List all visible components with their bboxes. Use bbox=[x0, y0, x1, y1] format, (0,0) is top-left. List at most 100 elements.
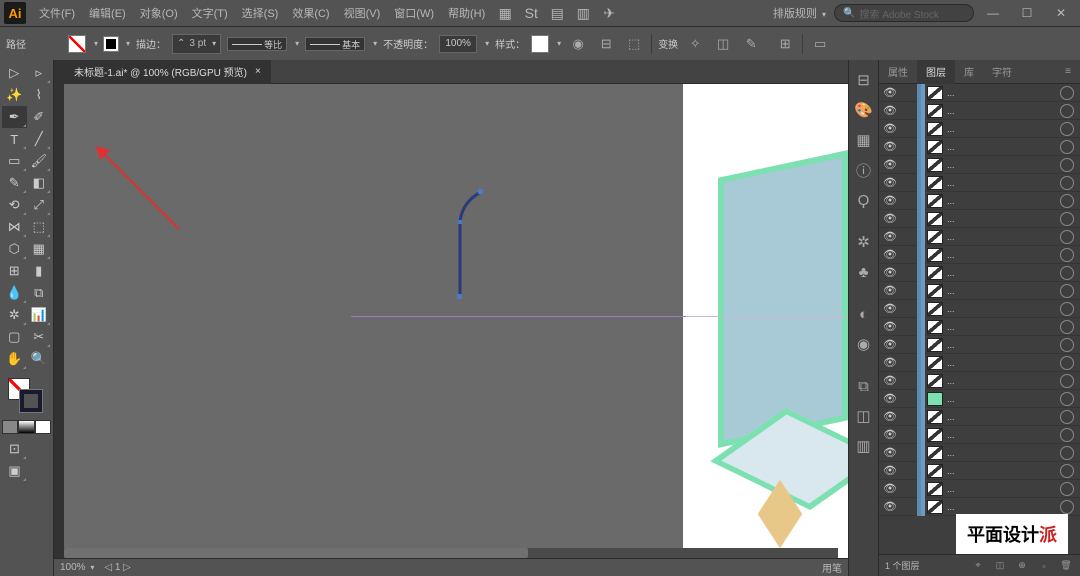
type-tool[interactable]: T bbox=[2, 128, 27, 150]
curvature-tool[interactable]: ✐ bbox=[27, 106, 52, 128]
layer-row[interactable]: 👁 ... bbox=[879, 372, 1080, 390]
panel-tab-layers[interactable]: 图层 bbox=[917, 60, 955, 84]
layer-row[interactable]: 👁 ... bbox=[879, 336, 1080, 354]
visibility-toggle[interactable]: 👁 bbox=[879, 194, 901, 207]
graphic-style-swatch[interactable] bbox=[531, 35, 549, 53]
clip-icon[interactable]: ◫ bbox=[712, 33, 734, 55]
bridge-icon[interactable]: ▦ bbox=[494, 2, 516, 24]
pen-tool[interactable]: ✒ bbox=[2, 106, 27, 128]
color-icon[interactable]: 🎨 bbox=[852, 98, 876, 122]
menu-item[interactable]: 效果(C) bbox=[285, 5, 336, 21]
document-tab[interactable]: 未标题-1.ai* @ 100% (RGB/GPU 预览) × bbox=[64, 60, 271, 84]
column-graph-tool[interactable]: 📊 bbox=[27, 304, 52, 326]
menu-item[interactable]: 对象(O) bbox=[133, 5, 185, 21]
target-icon[interactable] bbox=[1060, 140, 1074, 154]
target-icon[interactable] bbox=[1060, 374, 1074, 388]
locate-object-icon[interactable]: ⌖ bbox=[970, 560, 986, 571]
menu-item[interactable]: 窗口(W) bbox=[387, 5, 441, 21]
width-tool[interactable]: ⋈ bbox=[2, 216, 27, 238]
layer-row[interactable]: 👁 ... bbox=[879, 174, 1080, 192]
transform-label[interactable]: 变换 bbox=[658, 36, 678, 51]
properties-icon[interactable]: ⊟ bbox=[852, 68, 876, 92]
layer-row[interactable]: 👁 ... bbox=[879, 102, 1080, 120]
slice-tool[interactable]: ✂ bbox=[27, 326, 52, 348]
symbols-icon[interactable]: Ϙ bbox=[852, 188, 876, 212]
paintbrush-tool[interactable]: 🖌 bbox=[27, 150, 52, 172]
layer-row[interactable]: 👁 ... bbox=[879, 462, 1080, 480]
visibility-toggle[interactable]: 👁 bbox=[879, 464, 901, 477]
visibility-toggle[interactable]: 👁 bbox=[879, 356, 901, 369]
visibility-toggle[interactable]: 👁 bbox=[879, 122, 901, 135]
panel-dock-icon[interactable]: ▭ bbox=[809, 33, 831, 55]
visibility-toggle[interactable]: 👁 bbox=[879, 284, 901, 297]
shape-icon[interactable]: ⬚ bbox=[623, 33, 645, 55]
scale-tool[interactable]: ⤢ bbox=[27, 194, 52, 216]
brushes-icon[interactable]: ⓘ bbox=[852, 158, 876, 182]
panel-tab-character[interactable]: 字符 bbox=[983, 60, 1021, 84]
make-clipping-icon[interactable]: ◫ bbox=[992, 560, 1008, 571]
layers-list[interactable]: 👁 ... 👁 ... 👁 ... 👁 ... 👁 ... 👁 ... 👁 ..… bbox=[879, 84, 1080, 554]
color-mode-normal[interactable] bbox=[2, 420, 18, 434]
zoom-tool[interactable]: 🔍 bbox=[27, 348, 52, 370]
delete-layer-icon[interactable]: 🗑 bbox=[1058, 560, 1074, 571]
layer-row[interactable]: 👁 ... bbox=[879, 210, 1080, 228]
perspective-tool[interactable]: ▦ bbox=[27, 238, 52, 260]
fill-stroke-control[interactable] bbox=[2, 376, 51, 418]
color-mode-none[interactable] bbox=[35, 420, 51, 434]
layer-row[interactable]: 👁 ... bbox=[879, 228, 1080, 246]
magic-wand-tool[interactable]: ✨ bbox=[2, 84, 27, 106]
line-tool[interactable]: ╱ bbox=[27, 128, 52, 150]
target-icon[interactable] bbox=[1060, 266, 1074, 280]
target-icon[interactable] bbox=[1060, 194, 1074, 208]
target-icon[interactable] bbox=[1060, 410, 1074, 424]
target-icon[interactable] bbox=[1060, 320, 1074, 334]
menu-item[interactable]: 选择(S) bbox=[235, 5, 286, 21]
rotate-tool[interactable]: ⟲ bbox=[2, 194, 27, 216]
layers-icon[interactable]: ⧉ bbox=[852, 374, 876, 398]
layer-row[interactable]: 👁 ... bbox=[879, 318, 1080, 336]
edit-icon[interactable]: ✎ bbox=[740, 33, 762, 55]
arrange2-icon[interactable]: ▥ bbox=[572, 2, 594, 24]
target-icon[interactable] bbox=[1060, 464, 1074, 478]
workspace-switcher[interactable]: 排版规则 ▾ bbox=[765, 5, 834, 21]
panel-menu-icon[interactable]: ≡ bbox=[1056, 60, 1080, 84]
target-icon[interactable] bbox=[1060, 392, 1074, 406]
artboards-icon[interactable]: ▥ bbox=[852, 434, 876, 458]
layer-row[interactable]: 👁 ... bbox=[879, 246, 1080, 264]
variable-width-profile[interactable]: 等比 bbox=[227, 37, 287, 51]
visibility-toggle[interactable]: 👁 bbox=[879, 104, 901, 117]
target-icon[interactable] bbox=[1060, 212, 1074, 226]
asset-icon[interactable]: ◫ bbox=[852, 404, 876, 428]
isolate-icon[interactable]: ✧ bbox=[684, 33, 706, 55]
search-input[interactable]: 🔍 搜索 Adobe Stock bbox=[834, 4, 974, 22]
selection-tool[interactable]: ▷ bbox=[2, 62, 27, 84]
visibility-toggle[interactable]: 👁 bbox=[879, 140, 901, 153]
target-icon[interactable] bbox=[1060, 482, 1074, 496]
screen-mode[interactable]: ▣ bbox=[2, 460, 27, 482]
visibility-toggle[interactable]: 👁 bbox=[879, 500, 901, 513]
stock-icon[interactable]: St bbox=[520, 2, 542, 24]
drawing-mode[interactable]: ⊡ bbox=[2, 438, 27, 460]
gradient-panel-icon[interactable]: ♣ bbox=[852, 260, 876, 284]
target-icon[interactable] bbox=[1060, 428, 1074, 442]
drawn-path[interactable] bbox=[457, 192, 497, 302]
target-icon[interactable] bbox=[1060, 104, 1074, 118]
menu-item[interactable]: 帮助(H) bbox=[441, 5, 492, 21]
layer-row[interactable]: 👁 ... bbox=[879, 390, 1080, 408]
brush-definition[interactable]: 基本 bbox=[305, 37, 365, 51]
visibility-toggle[interactable]: 👁 bbox=[879, 230, 901, 243]
swatches-icon[interactable]: ▦ bbox=[852, 128, 876, 152]
opacity-input[interactable]: 100% bbox=[439, 35, 477, 53]
panel-tab-libraries[interactable]: 库 bbox=[955, 60, 983, 84]
appearance-icon[interactable]: ◉ bbox=[852, 332, 876, 356]
arrange-icon[interactable]: ▤ bbox=[546, 2, 568, 24]
visibility-toggle[interactable]: 👁 bbox=[879, 338, 901, 351]
visibility-toggle[interactable]: 👁 bbox=[879, 248, 901, 261]
visibility-toggle[interactable]: 👁 bbox=[879, 482, 901, 495]
target-icon[interactable] bbox=[1060, 446, 1074, 460]
layer-row[interactable]: 👁 ... bbox=[879, 138, 1080, 156]
visibility-toggle[interactable]: 👁 bbox=[879, 446, 901, 459]
shaper-tool[interactable]: ✎ bbox=[2, 172, 27, 194]
visibility-toggle[interactable]: 👁 bbox=[879, 266, 901, 279]
target-icon[interactable] bbox=[1060, 176, 1074, 190]
